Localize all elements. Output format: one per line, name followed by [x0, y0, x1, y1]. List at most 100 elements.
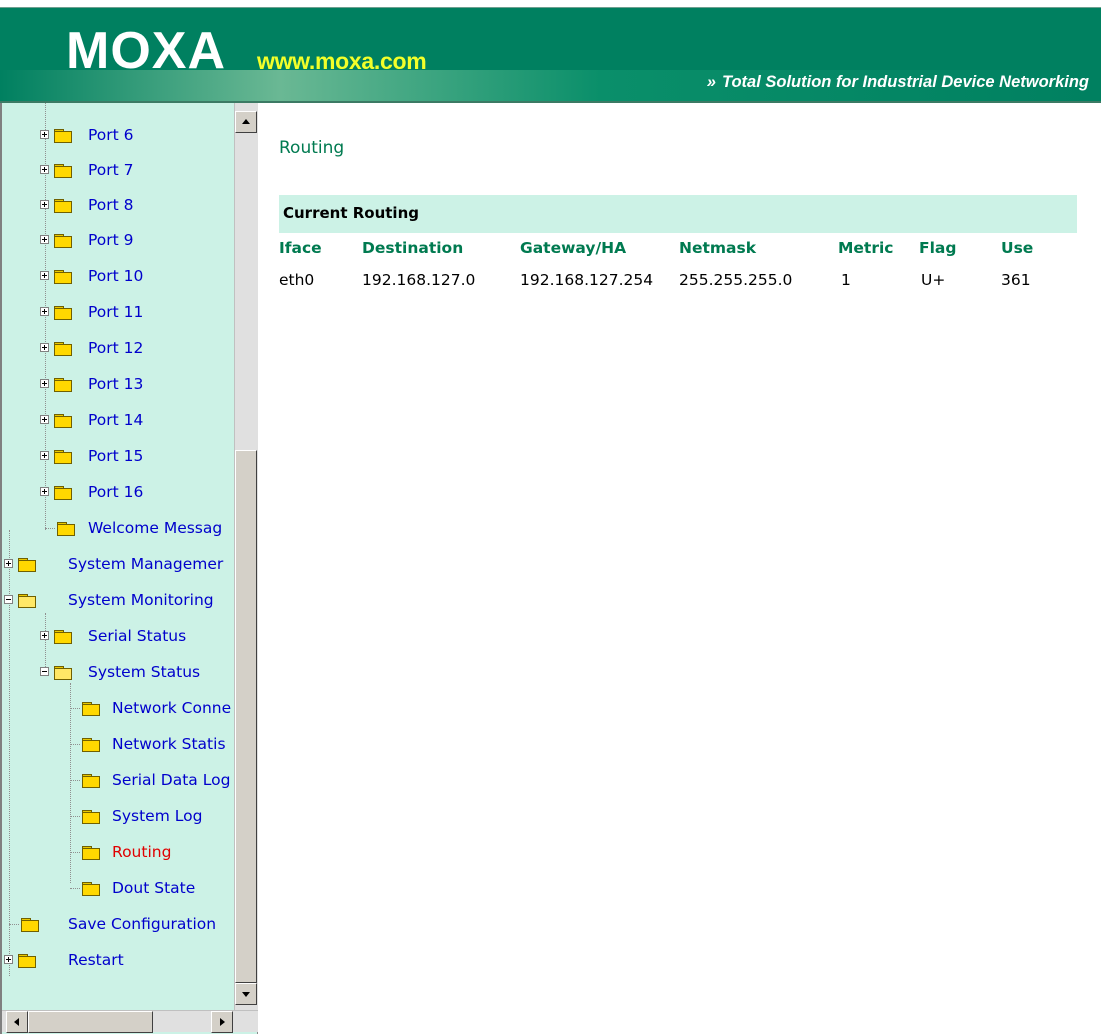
header-tagline: » Total Solution for Industrial Device Ne… — [707, 73, 1089, 92]
folder-icon — [57, 522, 75, 536]
tree-item-port-12[interactable]: Port 12 — [2, 333, 234, 363]
expand-plus-icon[interactable] — [40, 200, 49, 209]
tree-item-port-10[interactable]: Port 10 — [2, 261, 234, 291]
tree-item-system-monitoring[interactable]: System Monitoring — [2, 585, 234, 615]
expand-plus-icon[interactable] — [40, 379, 49, 388]
tree-item-label[interactable]: Serial Status — [88, 621, 186, 651]
tree-item-port-9[interactable]: Port 9 — [2, 225, 234, 255]
folder-icon — [54, 450, 72, 464]
tree-item-label[interactable]: System Managemer — [68, 549, 223, 579]
tree-item-label[interactable]: Port 9 — [88, 225, 134, 255]
tree-item-dout-state[interactable]: Dout State — [2, 873, 234, 903]
folder-icon — [82, 702, 100, 716]
table-cell: U+ — [921, 271, 946, 289]
folder-icon — [54, 234, 72, 248]
scroll-down-button[interactable] — [235, 983, 257, 1005]
expand-plus-icon[interactable] — [40, 343, 49, 352]
tree-item-label[interactable]: System Status — [88, 657, 200, 687]
tree-item-serial-status[interactable]: Serial Status — [2, 621, 234, 651]
double-chevron-icon: » — [706, 73, 716, 91]
table-cell: 255.255.255.0 — [679, 271, 793, 289]
section-header-bar: Current Routing — [279, 195, 1077, 233]
table-cell: 192.168.127.254 — [520, 271, 654, 289]
tree-item-label[interactable]: System Log — [112, 801, 202, 831]
moxa-url[interactable]: www.moxa.com — [257, 48, 427, 75]
collapse-minus-icon[interactable] — [40, 667, 49, 676]
header-banner: MOXA www.moxa.com » Total Solution for In… — [0, 0, 1101, 103]
sidebar-vertical-scrollbar[interactable] — [234, 103, 258, 1010]
tree-item-label[interactable]: Port 11 — [88, 297, 143, 327]
vertical-scroll-thumb[interactable] — [235, 450, 257, 983]
section-title: Current Routing — [283, 204, 419, 222]
tree-item-port-16[interactable]: Port 16 — [2, 477, 234, 507]
sidebar-horizontal-scrollbar[interactable] — [2, 1010, 258, 1033]
tree-item-routing[interactable]: Routing — [2, 837, 234, 867]
tree-item-port-8[interactable]: Port 8 — [2, 190, 234, 220]
tree-item-label[interactable]: Dout State — [112, 873, 195, 903]
tree-connector — [70, 744, 80, 745]
tree-item-system-management[interactable]: System Managemer — [2, 549, 234, 579]
expand-plus-icon[interactable] — [40, 271, 49, 280]
moxa-logo: MOXA — [66, 22, 226, 80]
tree-item-label[interactable]: Port 15 — [88, 441, 143, 471]
folder-icon — [82, 846, 100, 860]
header-top-border — [0, 0, 1101, 8]
tree-item-label[interactable]: Port 10 — [88, 261, 143, 291]
tree-item-port-13[interactable]: Port 13 — [2, 369, 234, 399]
tree-item-label[interactable]: Network Statis — [112, 729, 226, 759]
tree-item-label[interactable]: Serial Data Log — [112, 765, 230, 795]
folder-icon — [82, 774, 100, 788]
tree-item-label[interactable]: Network Conne — [112, 693, 231, 723]
expand-plus-icon[interactable] — [40, 415, 49, 424]
tree-item-system-status[interactable]: System Status — [2, 657, 234, 687]
tree-item-label[interactable]: Port 13 — [88, 369, 143, 399]
horizontal-scroll-thumb[interactable] — [28, 1011, 153, 1033]
tree-item-label[interactable]: Port 8 — [88, 190, 134, 220]
tree-item-port-14[interactable]: Port 14 — [2, 405, 234, 435]
expand-plus-icon[interactable] — [40, 165, 49, 174]
column-header-flag: Flag — [919, 239, 957, 257]
tree-connector — [70, 708, 80, 709]
tree-item-serial-data-log[interactable]: Serial Data Log — [2, 765, 234, 795]
tree-item-label[interactable]: Port 12 — [88, 333, 143, 363]
tree-item-network-connection[interactable]: Network Conne — [2, 693, 234, 723]
scroll-right-button[interactable] — [211, 1011, 233, 1033]
tree-item-label[interactable]: Port 14 — [88, 405, 143, 435]
tree-item-save-configuration[interactable]: Save Configuration — [2, 909, 234, 939]
scroll-up-button[interactable] — [235, 111, 257, 133]
tree-item-system-log[interactable]: System Log — [2, 801, 234, 831]
tree-item-label[interactable]: Port 6 — [88, 120, 134, 150]
tree-item-label[interactable]: Save Configuration — [68, 909, 216, 939]
tree-item-welcome-message[interactable]: Welcome Messag — [2, 513, 234, 543]
expand-plus-icon[interactable] — [40, 235, 49, 244]
folder-icon — [54, 630, 72, 644]
tree-item-network-statistics[interactable]: Network Statis — [2, 729, 234, 759]
open-folder-icon — [54, 666, 72, 680]
expand-plus-icon[interactable] — [40, 451, 49, 460]
expand-plus-icon[interactable] — [40, 631, 49, 640]
expand-plus-icon[interactable] — [4, 955, 13, 964]
table-cell: eth0 — [279, 271, 315, 289]
tree-item-port-11[interactable]: Port 11 — [2, 297, 234, 327]
scroll-left-button[interactable] — [6, 1011, 28, 1033]
tree-item-label[interactable]: Routing — [112, 837, 171, 867]
tree-item-port-15[interactable]: Port 15 — [2, 441, 234, 471]
tree-item-port-6[interactable]: Port 6 — [2, 120, 234, 150]
tree-item-label[interactable]: Port 16 — [88, 477, 143, 507]
table-cell: 1 — [841, 271, 851, 289]
expand-plus-icon[interactable] — [40, 307, 49, 316]
folder-icon — [82, 882, 100, 896]
tree-item-label[interactable]: System Monitoring — [68, 585, 214, 615]
tree-item-label[interactable]: Welcome Messag — [88, 513, 222, 543]
folder-icon — [21, 918, 39, 932]
expand-plus-icon[interactable] — [40, 130, 49, 139]
open-folder-icon — [18, 594, 36, 608]
tree-item-restart[interactable]: Restart — [2, 945, 234, 975]
column-header-metric: Metric — [838, 239, 894, 257]
tree-item-label[interactable]: Restart — [68, 945, 124, 975]
collapse-minus-icon[interactable] — [4, 595, 13, 604]
tree-item-port-7[interactable]: Port 7 — [2, 155, 234, 185]
expand-plus-icon[interactable] — [40, 487, 49, 496]
expand-plus-icon[interactable] — [4, 559, 13, 568]
tree-item-label[interactable]: Port 7 — [88, 155, 134, 185]
